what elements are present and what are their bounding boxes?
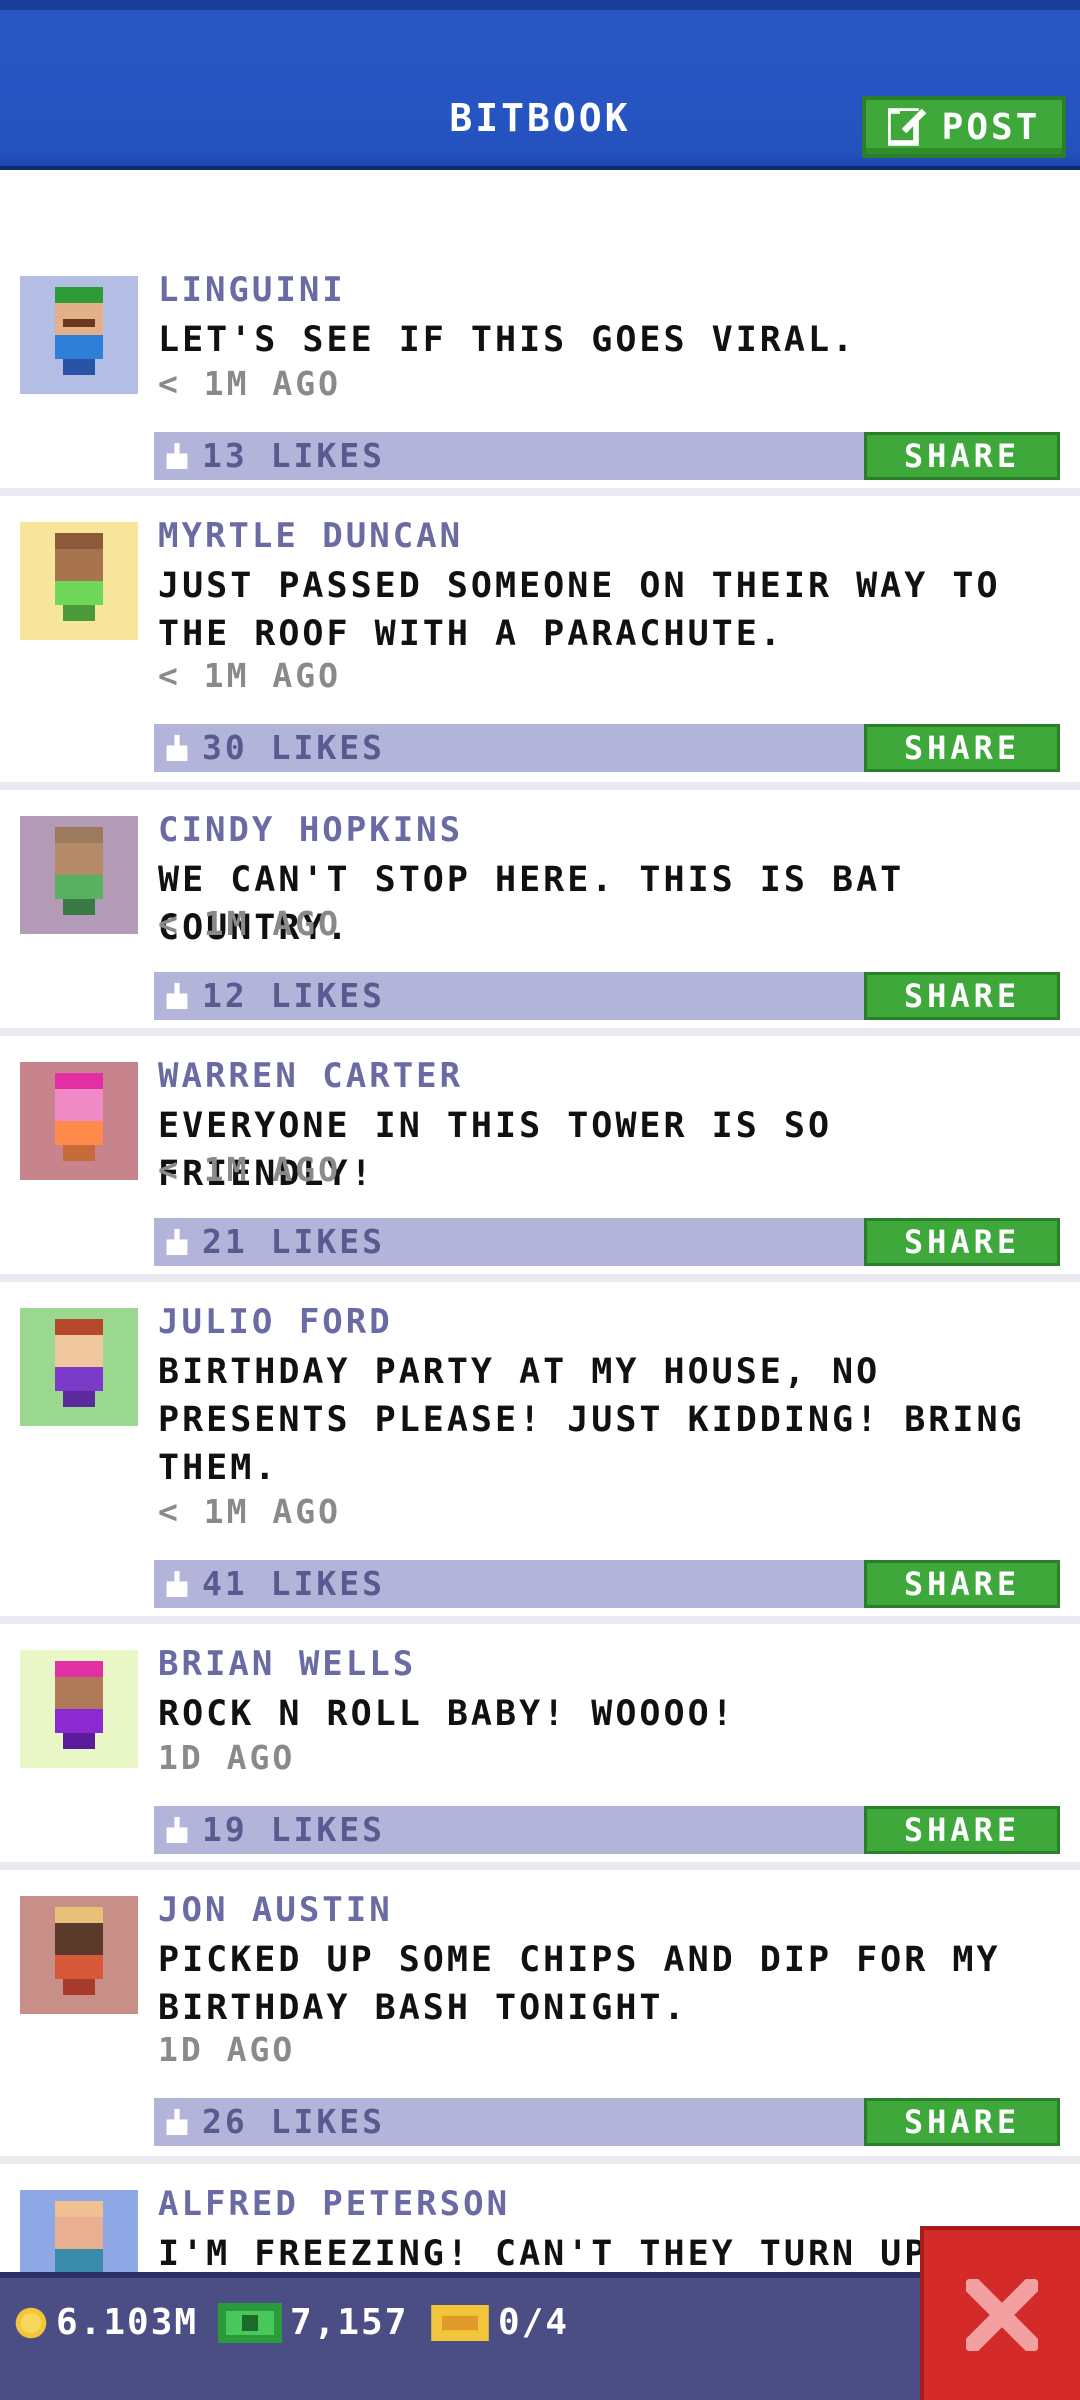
thumbs-up-icon [166, 1228, 188, 1255]
likes-label: 30 LIKES [202, 728, 385, 767]
thumbs-up-icon [166, 442, 188, 469]
likes-label: 26 LIKES [202, 2102, 385, 2141]
post-author[interactable]: JON AUSTIN [158, 1890, 393, 1930]
avatar [20, 1896, 138, 2014]
bux-counter: 7,157 [218, 2302, 408, 2343]
ticket-icon [431, 2304, 489, 2341]
post-text: PICKED UP SOME CHIPS AND DIP FOR MY BIRT… [158, 1940, 1001, 2028]
avatar-figure [55, 1661, 103, 1749]
feed-post: JON AUSTIN PICKED UP SOME CHIPS AND DIP … [0, 1870, 1080, 2164]
status-bar: 6.103M 7,157 0/4 [0, 2272, 1080, 2400]
post-text: LET'S SEE IF THIS GOES VIRAL. [158, 320, 857, 360]
post-author[interactable]: BRIAN WELLS [158, 1644, 416, 1684]
avatar-figure [55, 533, 103, 621]
likes-count[interactable]: 41 LIKES [164, 1564, 385, 1603]
edit-icon [887, 108, 928, 146]
tickets-value: 0/4 [498, 2302, 570, 2343]
share-button[interactable]: SHARE [864, 1806, 1060, 1854]
avatar-figure [55, 1907, 103, 1995]
avatar-figure [55, 1319, 103, 1407]
likes-count[interactable]: 13 LIKES [164, 436, 385, 475]
coin-icon [15, 2307, 47, 2338]
post-time: 1D AGO [158, 1738, 296, 1777]
post-time: < 1M AGO [158, 904, 341, 943]
close-button[interactable] [920, 2226, 1080, 2400]
avatar [20, 276, 138, 394]
post-author[interactable]: WARREN CARTER [158, 1056, 463, 1096]
share-button[interactable]: SHARE [864, 724, 1060, 772]
avatar [20, 522, 138, 640]
coins-counter: 6.103M [14, 2302, 198, 2343]
bux-value: 7,157 [290, 2302, 409, 2343]
post-button-label: POST [941, 106, 1041, 148]
post-text: ROCK N ROLL BABY! WOOOO! [158, 1694, 736, 1734]
like-bar: 21 LIKES SHARE [154, 1218, 1060, 1266]
likes-count[interactable]: 19 LIKES [164, 1810, 385, 1849]
thumbs-up-icon [166, 982, 188, 1009]
feed-post: LINGUINI LET'S SEE IF THIS GOES VIRAL. <… [0, 250, 1080, 496]
avatar [20, 1650, 138, 1768]
post-time: < 1M AGO [158, 1150, 341, 1189]
post-author[interactable]: MYRTLE DUNCAN [158, 516, 463, 556]
thumbs-up-icon [166, 1816, 188, 1843]
likes-count[interactable]: 30 LIKES [164, 728, 385, 767]
like-bar: 26 LIKES SHARE [154, 2098, 1060, 2146]
feed-post: JULIO FORD BIRTHDAY PARTY AT MY HOUSE, N… [0, 1282, 1080, 1624]
feed-list[interactable]: LINGUINI LET'S SEE IF THIS GOES VIRAL. <… [0, 250, 1080, 2364]
bux-icon [218, 2302, 282, 2343]
avatar-figure [55, 287, 103, 375]
thumbs-up-icon [166, 734, 188, 761]
share-button[interactable]: SHARE [864, 1218, 1060, 1266]
post-time: < 1M AGO [158, 364, 341, 403]
feed-post: WARREN CARTER EVERYONE IN THIS TOWER IS … [0, 1036, 1080, 1282]
likes-count[interactable]: 12 LIKES [164, 976, 385, 1015]
like-bar: 12 LIKES SHARE [154, 972, 1060, 1020]
share-button[interactable]: SHARE [864, 1560, 1060, 1608]
likes-label: 13 LIKES [202, 436, 385, 475]
top-bar: BITBOOK POST [0, 0, 1080, 170]
like-bar: 19 LIKES SHARE [154, 1806, 1060, 1854]
thumbs-up-icon [166, 1570, 188, 1597]
likes-count[interactable]: 26 LIKES [164, 2102, 385, 2141]
feed-post: CINDY HOPKINS WE CAN'T STOP HERE. THIS I… [0, 790, 1080, 1036]
like-bar: 30 LIKES SHARE [154, 724, 1060, 772]
thumbs-up-icon [166, 2108, 188, 2135]
avatar [20, 816, 138, 934]
post-author[interactable]: JULIO FORD [158, 1302, 393, 1342]
avatar [20, 1308, 138, 1426]
post-text: BIRTHDAY PARTY AT MY HOUSE, NO PRESENTS … [158, 1352, 1025, 1488]
share-button[interactable]: SHARE [864, 432, 1060, 480]
feed-post: BRIAN WELLS ROCK N ROLL BABY! WOOOO! 1D … [0, 1624, 1080, 1870]
avatar-figure [55, 1073, 103, 1161]
tickets-counter: 0/4 [430, 2302, 569, 2343]
likes-label: 12 LIKES [202, 976, 385, 1015]
post-time: < 1M AGO [158, 1492, 341, 1531]
post-author[interactable]: LINGUINI [158, 270, 346, 310]
likes-count[interactable]: 21 LIKES [164, 1222, 385, 1261]
post-text: JUST PASSED SOMEONE ON THEIR WAY TO THE … [158, 566, 1001, 654]
likes-label: 21 LIKES [202, 1222, 385, 1261]
like-bar: 13 LIKES SHARE [154, 432, 1060, 480]
like-bar: 41 LIKES SHARE [154, 1560, 1060, 1608]
share-button[interactable]: SHARE [864, 972, 1060, 1020]
avatar [20, 1062, 138, 1180]
feed-post: MYRTLE DUNCAN JUST PASSED SOMEONE ON THE… [0, 496, 1080, 790]
share-button[interactable]: SHARE [864, 2098, 1060, 2146]
avatar-figure [55, 827, 103, 915]
post-author[interactable]: CINDY HOPKINS [158, 810, 463, 850]
likes-label: 19 LIKES [202, 1810, 385, 1849]
coins-value: 6.103M [56, 2302, 199, 2343]
post-time: < 1M AGO [158, 656, 341, 695]
close-icon [966, 2279, 1038, 2351]
post-time: 1D AGO [158, 2030, 296, 2069]
post-button[interactable]: POST [862, 96, 1066, 158]
likes-label: 41 LIKES [202, 1564, 385, 1603]
post-author[interactable]: ALFRED PETERSON [158, 2184, 510, 2224]
